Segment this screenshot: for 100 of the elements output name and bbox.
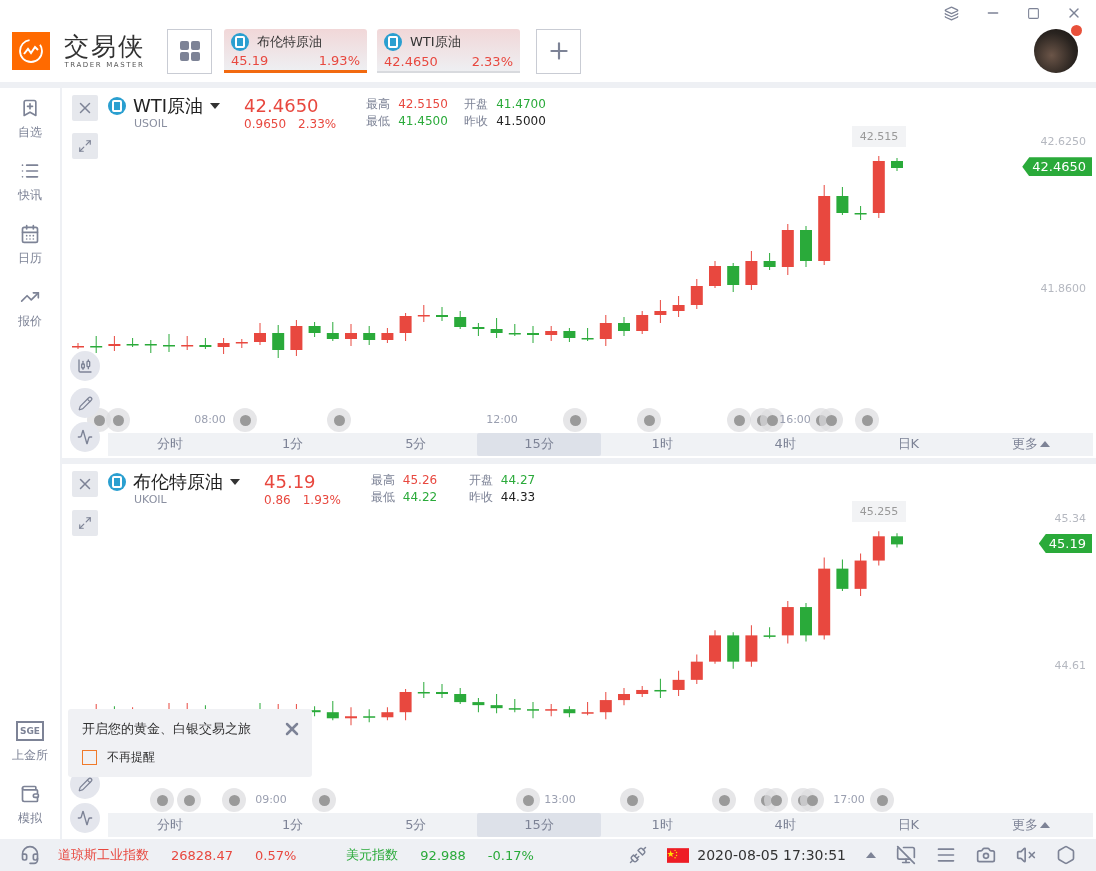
event-marker-icon[interactable]	[222, 788, 246, 812]
add-tab-button[interactable]	[536, 28, 581, 74]
last-price-tag: 42.4650	[1022, 157, 1092, 177]
screen-off-icon[interactable]	[896, 845, 916, 865]
stat-value: 44.33	[500, 490, 537, 505]
event-marker-icon[interactable]	[764, 788, 788, 812]
app-name: 交易侠	[64, 33, 145, 61]
symbol-icon	[108, 472, 126, 491]
sidebar-item[interactable]: 报价	[0, 287, 60, 330]
event-marker-icon[interactable]	[712, 788, 736, 812]
event-marker-icon[interactable]	[327, 408, 351, 433]
close-button[interactable]	[72, 470, 98, 497]
timeframe-tab[interactable]: 5分	[354, 432, 478, 456]
event-marker-icon[interactable]	[106, 408, 130, 433]
timeframe-tab[interactable]: 1时	[600, 432, 724, 456]
symbol-tab[interactable]: 布伦特原油 45.19 1.93%	[224, 29, 367, 73]
current-price: 42.4650	[244, 95, 320, 117]
candle	[891, 157, 903, 172]
event-marker-icon[interactable]	[800, 788, 824, 812]
timeframe-tab[interactable]: 15分	[477, 813, 601, 837]
candle	[72, 342, 84, 350]
expand-button[interactable]	[72, 509, 98, 536]
candle	[508, 698, 521, 713]
candle	[363, 325, 376, 346]
layout-button[interactable]	[167, 28, 212, 74]
settings-icon[interactable]	[1056, 845, 1076, 865]
price-axis-label: 41.8600	[1040, 282, 1086, 296]
sidebar-item[interactable]: 自选	[0, 98, 60, 141]
timeframe-tab[interactable]: 更多	[969, 813, 1093, 837]
checkbox[interactable]	[82, 749, 97, 765]
drawing-tool-button[interactable]	[70, 388, 100, 418]
candle	[745, 250, 758, 291]
candle	[126, 337, 139, 348]
candle	[545, 325, 558, 342]
expand-button[interactable]	[72, 133, 98, 160]
timeframe-tab[interactable]: 日K	[846, 813, 970, 837]
symbol-name[interactable]: 布伦特原油	[133, 470, 223, 493]
event-marker-icon[interactable]	[819, 408, 843, 433]
candle	[345, 323, 357, 347]
candle	[599, 314, 612, 347]
symbol-icon	[108, 96, 126, 115]
candle	[872, 155, 885, 219]
current-price: 45.19	[264, 470, 317, 493]
expand-icon	[78, 139, 92, 154]
event-marker-icon[interactable]	[620, 788, 644, 812]
list-icon[interactable]	[936, 845, 956, 865]
timeframe-tab[interactable]: 分时	[108, 432, 232, 456]
timeframe-tab[interactable]: 分时	[108, 813, 232, 837]
event-marker-icon[interactable]	[563, 408, 587, 433]
sidebar-item[interactable]: 日历	[0, 224, 60, 267]
timeframe-tab[interactable]: 1分	[231, 432, 355, 456]
close-button[interactable]	[72, 95, 98, 121]
candle	[308, 321, 321, 338]
timeframe-tab[interactable]: 4时	[723, 813, 847, 837]
sidebar-item[interactable]: SGE 上金所	[0, 721, 60, 764]
timeframe-tab[interactable]: 4时	[723, 432, 847, 456]
timeframe-tab[interactable]: 更多	[969, 432, 1093, 456]
maximize-icon[interactable]	[1027, 6, 1040, 20]
symbol-tab[interactable]: WTI原油 42.4650 2.33%	[377, 29, 520, 73]
index-name: 道琼斯工业指数	[58, 846, 149, 864]
sidebar-item[interactable]: 模拟	[0, 784, 60, 827]
event-marker-icon[interactable]	[855, 408, 879, 433]
candle	[781, 600, 794, 644]
event-marker-icon[interactable]	[177, 788, 201, 812]
event-marker-icon[interactable]	[312, 788, 336, 812]
caret-icon[interactable]	[866, 852, 876, 858]
timeframe-tab[interactable]: 1时	[600, 813, 724, 837]
candle	[436, 306, 448, 322]
event-marker-icon[interactable]	[233, 408, 257, 433]
caret-icon	[1040, 822, 1051, 828]
camera-icon[interactable]	[976, 845, 996, 865]
event-marker-icon[interactable]	[637, 408, 661, 433]
event-marker-icon[interactable]	[870, 788, 894, 812]
indicator-button[interactable]	[70, 422, 100, 452]
timeframe-tab[interactable]: 1分	[231, 813, 355, 837]
mute-icon[interactable]	[1016, 845, 1036, 865]
indicator-button[interactable]	[70, 803, 100, 833]
event-marker-icon[interactable]	[727, 408, 751, 433]
stat-label: 最高	[370, 472, 395, 488]
tab-name: 布伦特原油	[257, 33, 322, 51]
timeframe-tab[interactable]: 日K	[846, 432, 970, 456]
candle	[563, 327, 576, 343]
percent-change: 2.33%	[298, 116, 337, 131]
candle	[854, 552, 867, 597]
layers-icon[interactable]	[944, 5, 959, 21]
stat-value: 41.5000	[496, 114, 547, 129]
price-change: 0.9650	[244, 116, 287, 131]
sidebar-item[interactable]: 快讯	[0, 161, 60, 204]
timeframe-tab[interactable]: 15分	[477, 432, 601, 456]
candle	[472, 322, 485, 337]
support-icon[interactable]	[20, 845, 40, 865]
chart-type-button[interactable]	[70, 351, 100, 381]
stat-label: 最低	[370, 490, 395, 505]
event-marker-icon[interactable]	[150, 788, 174, 812]
timeframe-tab[interactable]: 5分	[354, 813, 478, 837]
candle	[181, 335, 194, 351]
symbol-name[interactable]: WTI原油	[133, 95, 204, 117]
time-axis-label: 16:00	[779, 413, 811, 427]
index-change: -0.17%	[487, 847, 534, 863]
event-marker-icon[interactable]	[516, 788, 540, 812]
